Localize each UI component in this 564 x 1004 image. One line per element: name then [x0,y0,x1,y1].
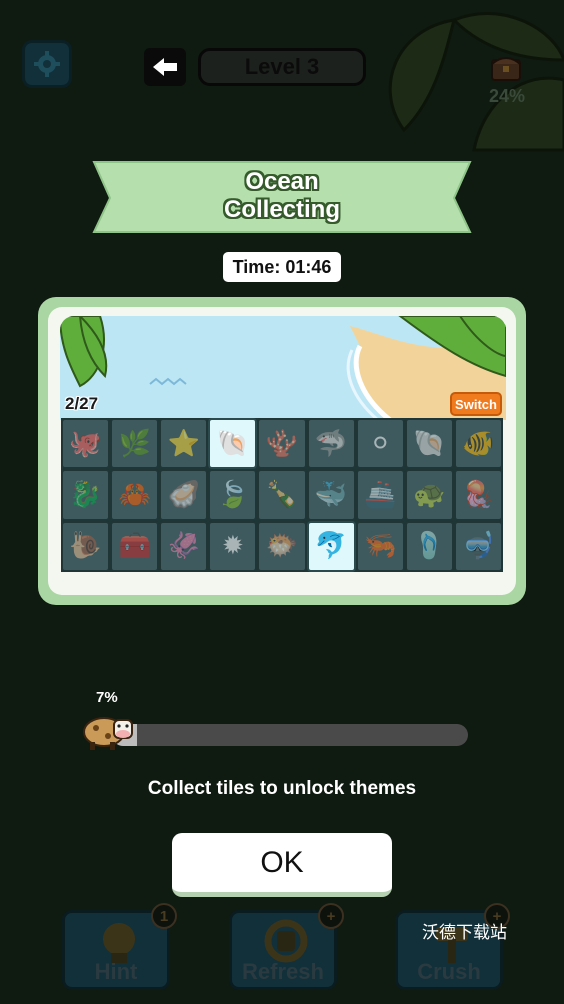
level-indicator: Level 3 [198,48,366,86]
flipper-icon: 🩴 [413,531,446,562]
collection-tile: 🧰 [110,520,160,572]
ok-button[interactable]: OK [172,833,392,897]
refresh-label: Refresh [242,959,324,984]
sea-glass-icon: 🍃 [216,479,250,510]
watermark-text: 沃德下载站 [422,923,507,943]
treasure-chest-icon[interactable] [490,52,522,82]
collection-tile: 🦑 [159,520,209,572]
collection-tile: 🍃 [208,469,258,521]
collection-tile: 🐡 [257,520,307,572]
collection-tile: 🐳 [306,469,356,521]
coral-icon: 🪸 [265,428,299,459]
manta-ray-icon: 🦈 [314,428,348,459]
collection-tile: 🐌 [61,520,111,572]
treasure-chest-icon: 🧰 [118,531,151,562]
collection-tile: 🐢 [404,469,454,521]
scallop-shell-icon: 🐚 [216,428,250,459]
shrimp-icon: 🦐 [364,531,397,562]
jellyfish-icon: 🪼 [462,479,495,510]
hint-button[interactable]: Hint 1 [62,903,177,990]
collection-tile: 🍾 [257,469,307,521]
collection-tile: 🐙 [61,418,111,470]
hint-count-badge: 1 [151,903,177,929]
conch-shell-icon: 🐚 [413,428,446,459]
pufferfish-icon: 🐡 [265,531,299,562]
collection-tile: 🦐 [355,520,405,572]
back-arrow-icon [153,58,177,76]
gear-icon [34,51,60,77]
timer-display: Time: 01:46 [223,252,341,282]
collection-tile: 🦈 [306,418,356,470]
collection-tile: 🩴 [404,520,454,572]
collection-tile: 🪸 [257,418,307,470]
pearl-icon: ⚪ [369,428,392,459]
hint-label: Hint [94,959,138,984]
submarine-icon: 🚢 [364,479,397,510]
chest-progress-percent: 24% [488,86,526,106]
collection-tile: 🐠 [453,418,503,470]
hermit-crab-icon: 🐌 [69,531,102,562]
seaweed-icon: 🌿 [118,428,151,459]
crab-icon: 🦀 [118,479,151,510]
seahorse-icon: 🐉 [69,479,102,510]
theme-title-line2: Collecting [223,196,340,223]
collection-tile: 🪼 [453,469,503,521]
switch-theme-button[interactable]: Switch [450,392,502,416]
unlock-progress-percent: 7% [96,689,118,706]
collected-count: 2/27 [65,394,99,413]
dolphin-icon: 🐬 [314,531,348,562]
collection-tile: 🐬 [306,520,356,572]
refresh-button[interactable]: Refresh + [229,903,344,990]
unlock-progress-bar [112,724,468,746]
starfish-icon: ⭐ [167,428,200,459]
theme-title-line1: Ocean [245,168,319,195]
collection-tile: 🐚 [208,418,258,470]
collection-tile: 🐉 [61,469,111,521]
squid-icon: 🦑 [167,531,200,562]
collection-tile: 🦀 [110,469,160,521]
collection-tile: 🐚 [404,418,454,470]
clownfish-icon: 🐠 [462,428,495,459]
collection-tile: ⚪ [355,418,405,470]
theme-title: Ocean Collecting [92,168,472,224]
message-bottle-icon: 🍾 [265,479,299,510]
cow-mascot-icon [83,717,133,750]
collection-tile: 🌿 [110,418,160,470]
tile-collection-grid: 🐙 🌿 ⭐ 🐚 🪸 🦈 ⚪ 🐚 🐠 🐉 🦀 🦪 🍃 🍾 🐳 🚢 🐢 🪼 🐌 🧰 🦑 ✹ 🐡 🐬 🦐 🩴 🤿 [61,418,503,572]
collection-tile: ⭐ [159,418,209,470]
snorkel-mask-icon: 🤿 [462,531,495,562]
collection-tile: 🦪 [159,469,209,521]
refresh-add-badge[interactable]: + [318,903,344,929]
collection-tile: 🚢 [355,469,405,521]
ocean-beach-illustration [60,316,506,420]
collection-tile: ✹ [208,520,258,572]
whale-icon: 🐳 [314,479,348,510]
turtle-icon: 🐢 [413,479,446,510]
octopus-icon: 🐙 [69,428,102,459]
sea-urchin-icon: ✹ [221,531,244,562]
crush-label: Crush [417,959,481,984]
collection-tile: 🤿 [453,520,503,572]
settings-button[interactable] [22,40,72,88]
tropical-leaves-decoration [388,12,564,152]
oyster-pearl-icon: 🦪 [167,479,200,510]
back-button[interactable] [144,48,186,86]
unlock-message: Collect tiles to unlock themes [147,778,417,799]
